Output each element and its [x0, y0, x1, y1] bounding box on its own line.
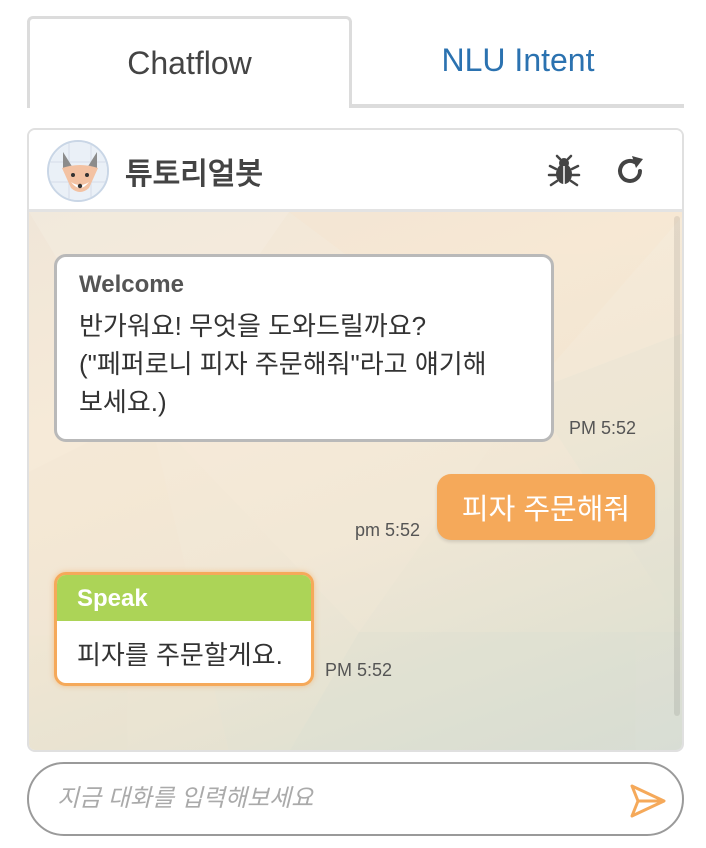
user-message-bubble: 피자 주문해줘 — [437, 474, 655, 540]
bug-icon[interactable] — [547, 154, 581, 188]
refresh-icon[interactable] — [613, 154, 647, 188]
chat-panel: 튜토리얼봇 Welcome 반가워요! 무엇을 도와드릴까요? ("페퍼로니 피… — [27, 128, 684, 752]
chat-scrollbar[interactable] — [674, 216, 680, 716]
tab-chatflow[interactable]: Chatflow — [27, 16, 352, 108]
fox-avatar-icon — [47, 140, 109, 202]
bot-name: 튜토리얼봇 — [125, 158, 263, 191]
message-input[interactable] — [57, 764, 617, 834]
speak-timestamp: PM 5:52 — [325, 660, 393, 680]
send-icon[interactable] — [629, 782, 667, 820]
welcome-bubble: Welcome 반가워요! 무엇을 도와드릴까요? ("페퍼로니 피자 주문해줘… — [54, 254, 554, 442]
chat-header: 튜토리얼봇 — [29, 130, 682, 212]
speak-bubble: Speak 피자를 주문할게요. — [54, 572, 314, 686]
speak-text: 피자를 주문할게요. — [77, 640, 283, 670]
tab-bar: Chatflow NLU Intent — [27, 16, 684, 108]
welcome-text: 반가워요! 무엇을 도와드릴까요? ("페퍼로니 피자 주문해줘"라고 얘기해 … — [79, 311, 487, 417]
welcome-timestamp: PM 5:52 — [569, 418, 637, 438]
user-timestamp: pm 5:52 — [355, 520, 421, 540]
message-input-box — [27, 762, 684, 836]
chat-messages[interactable]: Welcome 반가워요! 무엇을 도와드릴까요? ("페퍼로니 피자 주문해줘… — [29, 212, 682, 750]
welcome-title: Welcome — [79, 271, 184, 298]
speak-title: Speak — [57, 575, 311, 621]
tab-nlu-intent[interactable]: NLU Intent — [352, 16, 684, 104]
